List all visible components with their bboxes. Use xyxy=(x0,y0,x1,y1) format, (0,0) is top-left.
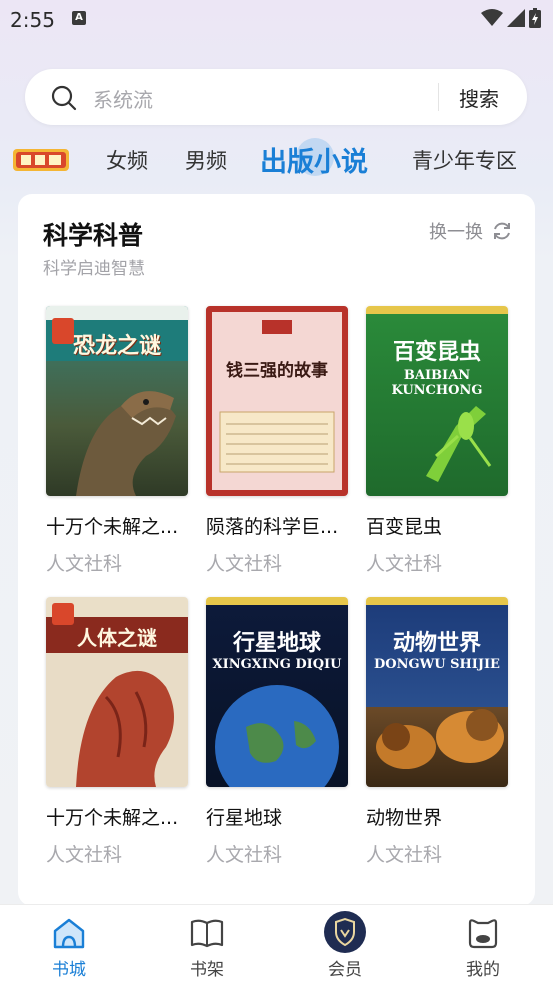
status-time: 2:55 xyxy=(10,8,55,32)
book-cover-title: 动物世界 xyxy=(392,631,481,656)
tab-male[interactable]: 男频 xyxy=(185,145,227,175)
book-cover[interactable]: 钱三强的故事 xyxy=(206,306,348,496)
tab-published-novels[interactable]: 出版小说 xyxy=(260,140,368,179)
search-button[interactable]: 搜索 xyxy=(459,83,499,112)
book-item[interactable]: 人体之谜 十万个未解之... 人文社科 xyxy=(46,597,188,867)
nav-item-bookstore[interactable]: 书城 xyxy=(24,905,114,984)
home-icon xyxy=(53,918,85,949)
book-cover-subtitle: DONGWU SHIJIE xyxy=(374,657,500,672)
nav-label-bookstore: 书城 xyxy=(52,960,86,980)
search-bar[interactable]: 系统流 搜索 xyxy=(25,69,527,125)
search-divider xyxy=(438,83,439,111)
nav-item-bookshelf[interactable]: 书架 xyxy=(162,905,252,984)
nav-item-vip[interactable]: 会员 xyxy=(300,905,390,984)
section-title: 科学科普 xyxy=(43,221,144,250)
status-icons xyxy=(481,8,541,28)
book-cover[interactable]: 行星地球 XINGXING DIQIU xyxy=(206,597,348,787)
book-cover-title: 人体之谜 xyxy=(77,626,157,650)
book-cover[interactable]: 动物世界 DONGWU SHIJIE xyxy=(366,597,508,787)
refresh-label: 换一换 xyxy=(429,222,483,243)
book-cover-title: 恐龙之谜 xyxy=(72,334,161,359)
book-cover[interactable]: 恐龙之谜 xyxy=(46,306,188,496)
book-cover-title: 百变昆虫 xyxy=(392,340,481,365)
book-title: 动物世界 xyxy=(366,807,443,829)
signal-icon xyxy=(507,9,525,27)
book-author: 人文社科 xyxy=(206,553,283,575)
book-cover-title: 钱三强的故事 xyxy=(226,361,328,381)
section-subtitle: 科学启迪智慧 xyxy=(43,259,145,279)
section-card: 科学科普 科学启迪智慧 换一换 恐龙之谜 十万个未解之... 人文社科 钱三强的… xyxy=(18,194,535,906)
book-title: 行星地球 xyxy=(206,807,283,829)
search-input[interactable]: 系统流 xyxy=(93,84,153,113)
book-author: 人文社科 xyxy=(366,844,443,866)
battery-icon xyxy=(529,8,541,28)
nav-label-bookshelf: 书架 xyxy=(190,960,224,980)
category-logo-icon[interactable] xyxy=(13,145,69,175)
book-item[interactable]: 百变昆虫 BAIBIAN KUNCHONG 百变昆虫 人文社科 xyxy=(366,306,508,576)
search-icon xyxy=(51,85,77,111)
refresh-button[interactable]: 换一换 xyxy=(429,218,513,244)
book-item[interactable]: 行星地球 XINGXING DIQIU 行星地球 人文社科 xyxy=(206,597,348,867)
book-author: 人文社科 xyxy=(366,553,443,575)
wifi-icon xyxy=(481,9,503,26)
bottom-nav: 书城 书架 会员 我的 xyxy=(0,904,553,984)
book-cover-subtitle: XINGXING DIQIU xyxy=(212,657,342,672)
book-title: 百变昆虫 xyxy=(366,516,443,538)
book-author: 人文社科 xyxy=(46,553,123,575)
book-item[interactable]: 恐龙之谜 十万个未解之... 人文社科 xyxy=(46,306,188,576)
tab-youth[interactable]: 青少年专区 xyxy=(412,145,517,175)
vip-shield-icon xyxy=(324,911,366,953)
book-author: 人文社科 xyxy=(206,844,283,866)
book-cover-subtitle: BAIBIAN KUNCHONG xyxy=(391,368,483,398)
book-cover[interactable]: 百变昆虫 BAIBIAN KUNCHONG xyxy=(366,306,508,496)
book-title: 陨落的科学巨... xyxy=(206,516,339,538)
nav-item-profile[interactable]: 我的 xyxy=(438,905,528,984)
notification-badge-icon: A xyxy=(72,11,86,25)
tab-female[interactable]: 女频 xyxy=(106,145,148,175)
book-item[interactable]: 动物世界 DONGWU SHIJIE 动物世界 人文社科 xyxy=(366,597,508,867)
book-item[interactable]: 钱三强的故事 陨落的科学巨... 人文社科 xyxy=(206,306,348,576)
profile-icon xyxy=(468,919,498,949)
refresh-icon xyxy=(494,222,510,240)
nav-label-profile: 我的 xyxy=(466,960,500,980)
status-bar: 2:55 A xyxy=(0,0,553,40)
book-title: 十万个未解之... xyxy=(46,516,179,538)
book-icon xyxy=(190,919,224,948)
book-cover-title: 行星地球 xyxy=(232,631,321,656)
book-author: 人文社科 xyxy=(46,844,123,866)
book-title: 十万个未解之... xyxy=(46,807,179,829)
book-cover[interactable]: 人体之谜 xyxy=(46,597,188,787)
nav-label-vip: 会员 xyxy=(328,960,362,980)
